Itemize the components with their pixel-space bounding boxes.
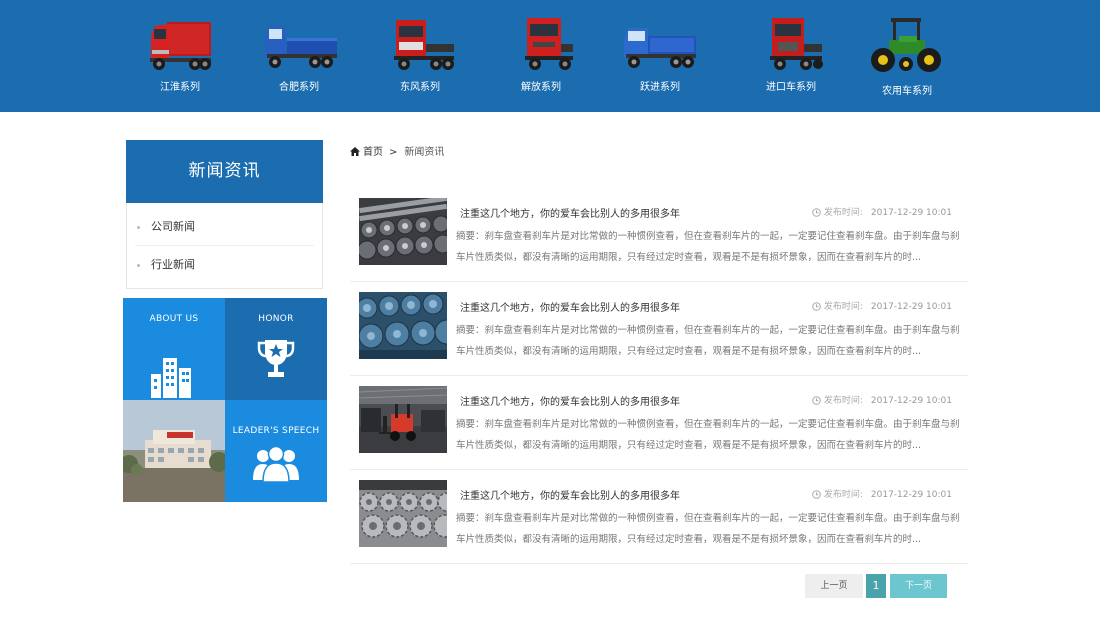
page-number-1[interactable]: 1 [866, 574, 886, 598]
nav-label: 合肥系列 [279, 82, 319, 93]
buildings-icon [151, 358, 191, 398]
people-group-icon [253, 446, 299, 482]
about-us-label: ABOUT US [149, 314, 199, 324]
news-date: 发布时间: 2017-12-29 10:01 [812, 205, 952, 218]
news-thumbnail[interactable] [359, 480, 447, 547]
nav-label: 农用车系列 [882, 86, 932, 97]
red-truck-icon [150, 22, 211, 70]
clock-icon [812, 396, 821, 405]
date-value: 2017-12-29 10:01 [870, 302, 952, 312]
news-summary: 摘要：刹车盘查看刹车片是对比常做的一种惯例查看，但在查看刹车片的一起，一定要记住… [456, 419, 960, 451]
news-title-link[interactable]: 注重这几个地方，你的爱车会比别人的多用很多年 [460, 393, 680, 408]
red-truck-icon [525, 18, 573, 70]
clock-icon [812, 208, 821, 217]
breadcrumb: 首页 > 新闻资讯 [350, 146, 444, 160]
news-item: 注重这几个地方，你的爱车会比别人的多用很多年 发布时间: 2017-12-29 1… [350, 282, 968, 376]
date-label: 发布时间: [823, 490, 863, 500]
home-icon [350, 147, 360, 156]
prev-page-button[interactable]: 上一页 [805, 574, 863, 598]
news-summary: 摘要：刹车盘查看刹车片是对比常做的一种惯例查看，但在查看刹车片的一起，一定要记住… [456, 325, 960, 357]
red-tractor-truck-icon [394, 20, 454, 70]
news-summary: 摘要：刹车盘查看刹车片是对比常做的一种惯例查看，但在查看刹车片的一起，一定要记住… [456, 513, 960, 545]
nav-item-jac[interactable]: 江淮系列 [135, 14, 225, 98]
sidebar-title: 新闻资讯 [126, 140, 323, 203]
nav-item-farm[interactable]: 农用车系列 [862, 14, 952, 98]
date-label: 发布时间: [823, 302, 863, 312]
steel-shafts-photo-icon [359, 198, 447, 265]
honor-label: HONOR [258, 314, 294, 324]
news-item: 注重这几个地方，你的爱车会比别人的多用很多年 发布时间: 2017-12-29 1… [350, 376, 968, 470]
bullet-dot-icon [137, 226, 140, 229]
sidebar-item-label: 公司新闻 [151, 220, 195, 233]
breadcrumb-separator: > [389, 147, 398, 158]
news-title-link[interactable]: 注重这几个地方，你的爱车会比别人的多用很多年 [460, 205, 680, 220]
blue-truck-icon [624, 28, 696, 68]
nav-label: 东风系列 [400, 82, 440, 93]
top-nav-bar: 江淮系列 合肥系列 东风系列 解放系列 跃进系列 进口车系列 农用车系列 [0, 0, 1100, 112]
nav-item-import[interactable]: 进口车系列 [746, 14, 836, 98]
axle-hubs-photo-icon [359, 292, 447, 359]
gears-photo-icon [359, 480, 447, 547]
news-list: 注重这几个地方，你的爱车会比别人的多用很多年 发布时间: 2017-12-29 1… [350, 188, 968, 564]
next-page-button[interactable]: 下一页 [890, 574, 947, 598]
news-date: 发布时间: 2017-12-29 10:01 [812, 393, 952, 406]
nav-item-jiefang[interactable]: 解放系列 [496, 14, 586, 98]
about-us-tile[interactable]: ABOUT US [123, 298, 225, 400]
news-title-link[interactable]: 注重这几个地方，你的爱车会比别人的多用很多年 [460, 299, 680, 314]
company-building-photo-icon [123, 400, 225, 502]
blue-truck-icon [265, 26, 337, 68]
nav-item-hefei[interactable]: 合肥系列 [254, 14, 344, 98]
honor-tile[interactable]: HONOR [225, 298, 327, 400]
green-farm-tractor-icon [871, 18, 941, 72]
nav-item-yuejin[interactable]: 跃进系列 [615, 14, 705, 98]
nav-label: 江淮系列 [160, 82, 200, 93]
feature-tiles: ABOUT US HONOR LEADER'S SPEECH [123, 298, 327, 503]
bullet-dot-icon [137, 264, 140, 267]
forklift-workshop-photo-icon [359, 386, 447, 453]
clock-icon [812, 302, 821, 311]
sidebar-item-company-news[interactable]: 公司新闻 [135, 208, 314, 246]
nav-label: 解放系列 [521, 82, 561, 93]
news-summary: 摘要：刹车盘查看刹车片是对比常做的一种惯例查看，但在查看刹车片的一起，一定要记住… [456, 231, 960, 263]
date-label: 发布时间: [823, 396, 863, 406]
clock-icon [812, 490, 821, 499]
date-label: 发布时间: [823, 208, 863, 218]
news-item: 注重这几个地方，你的爱车会比别人的多用很多年 发布时间: 2017-12-29 1… [350, 470, 968, 564]
trophy-icon [257, 340, 295, 377]
news-date: 发布时间: 2017-12-29 10:01 [812, 299, 952, 312]
date-value: 2017-12-29 10:01 [870, 490, 952, 500]
breadcrumb-current: 新闻资讯 [404, 147, 445, 158]
news-item: 注重这几个地方，你的爱车会比别人的多用很多年 发布时间: 2017-12-29 1… [350, 188, 968, 282]
nav-label: 进口车系列 [766, 82, 816, 93]
news-thumbnail[interactable] [359, 198, 447, 265]
sidebar-item-label: 行业新闻 [151, 258, 195, 271]
news-thumbnail[interactable] [359, 292, 447, 359]
company-building-photo[interactable] [123, 400, 225, 502]
date-value: 2017-12-29 10:01 [870, 396, 952, 406]
news-thumbnail[interactable] [359, 386, 447, 453]
nav-item-dongfeng[interactable]: 东风系列 [375, 14, 465, 98]
breadcrumb-home-link[interactable]: 首页 [363, 147, 383, 158]
leaders-speech-tile[interactable]: LEADER'S SPEECH [225, 400, 327, 502]
sidebar-item-industry-news[interactable]: 行业新闻 [135, 246, 314, 284]
nav-label: 跃进系列 [640, 82, 680, 93]
red-tractor-truck-icon [770, 18, 823, 70]
news-date: 发布时间: 2017-12-29 10:01 [812, 487, 952, 500]
leaders-speech-label: LEADER'S SPEECH [232, 426, 320, 436]
date-value: 2017-12-29 10:01 [870, 208, 952, 218]
news-title-link[interactable]: 注重这几个地方，你的爱车会比别人的多用很多年 [460, 487, 680, 502]
sidebar-menu: 公司新闻 行业新闻 [126, 203, 323, 289]
